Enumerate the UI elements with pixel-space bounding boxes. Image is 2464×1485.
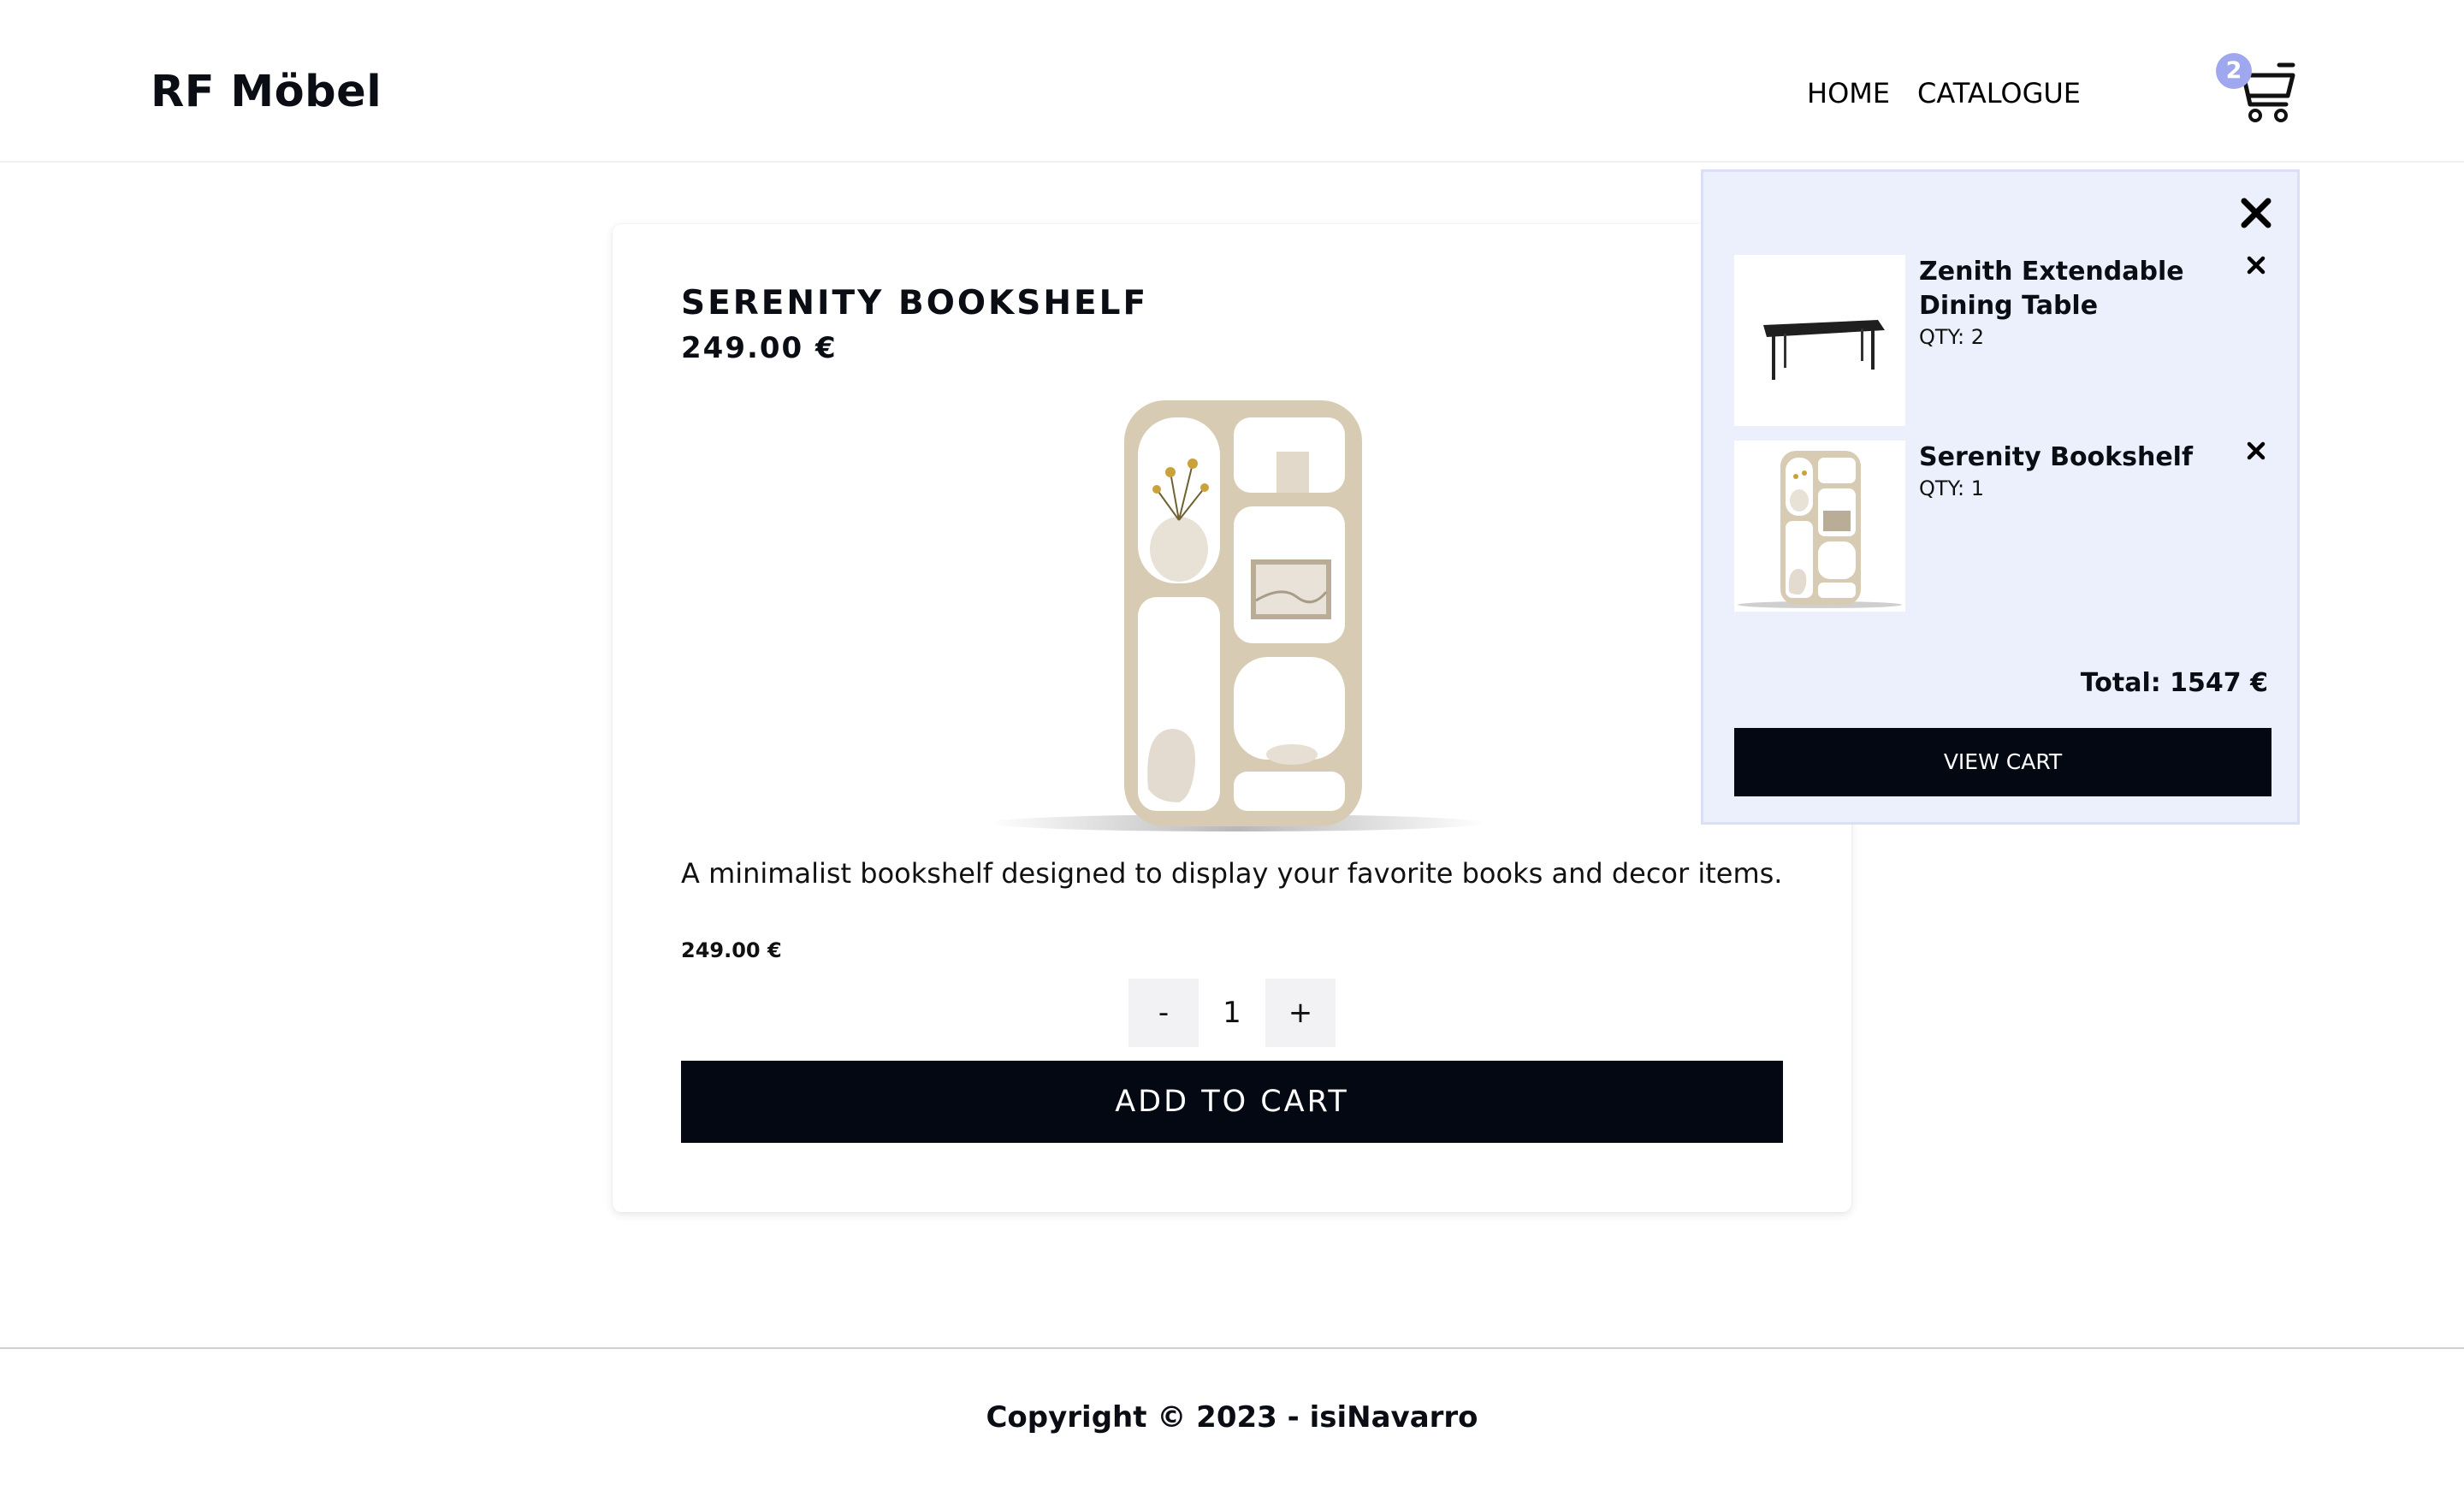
- cart-item: Serenity Bookshelf QTY: 1: [1734, 441, 2273, 612]
- mini-cart-panel: Zenith Extendable Dining Table QTY: 2 Se…: [1701, 169, 2300, 825]
- product-price: 249.00 €: [681, 331, 838, 365]
- product-price-small: 249.00 €: [681, 938, 782, 962]
- cart-count-badge: 2: [2216, 53, 2252, 89]
- copyright-text: Copyright © 2023 - isiNavarro: [986, 1400, 1478, 1435]
- cart-item-qty: QTY: 2: [1919, 325, 1985, 349]
- add-to-cart-button[interactable]: ADD TO CART: [681, 1061, 1783, 1143]
- cart-item-name: Serenity Bookshelf: [1919, 442, 2194, 472]
- site-header: RF Möbel HOME CATALOGUE 2: [0, 0, 2464, 163]
- cart-item: Zenith Extendable Dining Table QTY: 2: [1734, 255, 2273, 426]
- cart-total: Total: 1547 €: [2080, 668, 2268, 698]
- view-cart-button[interactable]: VIEW CART: [1734, 728, 2272, 796]
- nav-home-link[interactable]: HOME: [1807, 77, 1890, 109]
- product-card: SERENITY BOOKSHELF 249.00 € A minimalist…: [613, 224, 1851, 1212]
- close-icon[interactable]: [2239, 196, 2273, 230]
- cart-item-image-bookshelf: [1734, 441, 1905, 612]
- remove-item-icon[interactable]: [2246, 441, 2266, 461]
- cart-item-image-table: [1734, 255, 1905, 426]
- cart-item-qty: QTY: 1: [1919, 476, 1985, 500]
- quantity-increase-button[interactable]: +: [1265, 979, 1336, 1047]
- remove-item-icon[interactable]: [2246, 255, 2266, 275]
- nav-catalogue-link[interactable]: CATALOGUE: [1917, 77, 2081, 109]
- site-footer: Copyright © 2023 - isiNavarro: [0, 1347, 2464, 1485]
- quantity-decrease-button[interactable]: -: [1128, 979, 1199, 1047]
- product-image-bookshelf: [980, 395, 1494, 831]
- product-description: A minimalist bookshelf designed to displ…: [681, 857, 1783, 890]
- site-logo[interactable]: RF Möbel: [151, 67, 382, 117]
- quantity-value[interactable]: 1: [1199, 979, 1265, 1047]
- quantity-stepper: - 1 +: [1128, 979, 1336, 1047]
- cart-item-name: Zenith Extendable Dining Table: [1919, 257, 2184, 321]
- product-title: SERENITY BOOKSHELF: [681, 284, 1149, 322]
